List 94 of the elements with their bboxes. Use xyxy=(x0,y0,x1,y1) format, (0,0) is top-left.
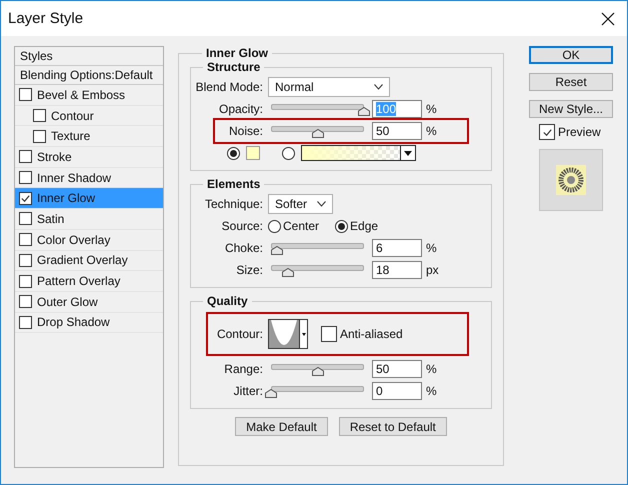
dialog-button[interactable]: OK xyxy=(529,46,613,64)
dropdown-arrow-icon xyxy=(302,332,306,336)
style-list-item[interactable]: Inner Glow xyxy=(15,188,163,210)
unit-label: px xyxy=(426,263,439,277)
checkbox[interactable] xyxy=(19,212,32,226)
radio-label: Center xyxy=(283,219,320,233)
checkbox[interactable] xyxy=(33,109,46,122)
radio-button[interactable] xyxy=(282,146,295,160)
item-label: Pattern Overlay xyxy=(37,274,120,288)
glow-preview-drawing xyxy=(556,165,586,195)
chevron-icon xyxy=(317,201,326,207)
unit-label: % xyxy=(426,384,437,398)
style-list-item[interactable]: Color Overlay xyxy=(15,230,163,250)
radio-label: Edge xyxy=(350,219,378,233)
dialog-button[interactable]: Reset xyxy=(529,73,613,91)
group-title: Elements xyxy=(206,177,262,191)
unit-label: % xyxy=(426,124,437,138)
checkbox[interactable] xyxy=(19,192,32,205)
field-label: Choke: xyxy=(224,241,264,255)
checkbox[interactable] xyxy=(19,150,32,164)
default-button[interactable]: Make Default xyxy=(235,417,328,436)
style-list-item[interactable]: Satin xyxy=(15,209,163,230)
slider-thumb[interactable] xyxy=(358,107,370,116)
list-header: Styles xyxy=(15,47,163,66)
item-label: Stroke xyxy=(37,150,72,164)
radio-button[interactable] xyxy=(227,146,240,160)
field-label: Size: xyxy=(235,263,264,277)
blending-options-item[interactable]: Blending Options:Default xyxy=(15,66,163,85)
item-label: Texture xyxy=(51,129,90,144)
number-input[interactable]: 18 xyxy=(372,261,422,279)
checkbox[interactable] xyxy=(19,171,32,184)
number-input[interactable]: 6 xyxy=(372,239,422,257)
checkbox[interactable] xyxy=(19,233,32,246)
item-label: Inner Shadow xyxy=(37,170,112,185)
group-title: Structure xyxy=(206,60,262,74)
style-list-item[interactable]: Drop Shadow xyxy=(15,312,163,334)
unit-label: % xyxy=(426,241,437,255)
field-label: Blend Mode: xyxy=(194,80,264,94)
number-input[interactable]: 0 xyxy=(372,382,422,400)
field-label: Contour: xyxy=(216,327,264,341)
slider-thumb[interactable] xyxy=(265,389,277,398)
close-icon[interactable] xyxy=(601,12,615,26)
style-list-item[interactable]: Stroke xyxy=(15,147,163,168)
contour-curve-icon xyxy=(269,320,299,348)
field-label: Noise: xyxy=(228,124,264,138)
color-swatch[interactable] xyxy=(246,146,260,160)
item-label: Bevel & Emboss xyxy=(37,88,126,102)
checkbox-label: Anti-aliased xyxy=(340,327,403,341)
window-title: Layer Style xyxy=(8,10,84,27)
checkbox[interactable] xyxy=(19,274,32,288)
field-label: Jitter: xyxy=(232,384,264,398)
group-title: Inner Glow xyxy=(205,46,270,60)
style-list-item[interactable]: Texture xyxy=(15,126,163,148)
default-button[interactable]: Reset to Default xyxy=(338,417,447,436)
checkbox[interactable] xyxy=(19,254,32,267)
chevron-icon xyxy=(374,84,383,90)
checkbox[interactable] xyxy=(19,295,32,308)
field-label: Technique: xyxy=(204,197,264,211)
item-label: Contour xyxy=(51,108,94,123)
field-label: Source: xyxy=(220,219,264,233)
checkbox[interactable] xyxy=(321,326,337,342)
item-label: Color Overlay xyxy=(37,232,110,247)
contour-picker[interactable] xyxy=(268,319,308,349)
style-list-item[interactable]: Contour xyxy=(15,106,163,126)
checkbox-label: Preview xyxy=(558,125,601,139)
check-icon xyxy=(542,126,552,138)
style-list-item[interactable]: Bevel & Emboss xyxy=(15,85,163,106)
number-input[interactable]: 50 xyxy=(372,122,422,140)
field-label: Range: xyxy=(223,362,264,376)
gradient-picker[interactable] xyxy=(301,145,416,161)
checkbox[interactable] xyxy=(19,88,32,102)
item-label: Drop Shadow xyxy=(37,315,110,330)
item-label: Outer Glow xyxy=(37,294,98,309)
unit-label: % xyxy=(426,362,437,376)
radio-button[interactable] xyxy=(335,220,348,232)
item-label: Gradient Overlay xyxy=(37,253,128,268)
style-list-item[interactable]: Outer Glow xyxy=(15,292,163,313)
field-label: Opacity: xyxy=(218,102,264,116)
item-label: Inner Glow xyxy=(37,191,96,206)
checkbox[interactable] xyxy=(539,124,555,140)
dialog-button[interactable]: New Style... xyxy=(529,100,613,118)
dropdown[interactable]: Normal xyxy=(268,77,390,97)
unit-label: % xyxy=(426,102,437,116)
checkbox[interactable] xyxy=(19,316,32,329)
dropdown-arrow-icon xyxy=(404,150,412,156)
checkbox[interactable] xyxy=(33,130,46,143)
check-icon xyxy=(20,192,31,204)
radio-button[interactable] xyxy=(268,220,281,232)
number-input[interactable]: 50 xyxy=(372,360,422,378)
item-label: Satin xyxy=(37,212,64,226)
dropdown[interactable]: Softer xyxy=(268,194,333,214)
group-title: Quality xyxy=(206,294,249,308)
style-list-item[interactable]: Pattern Overlay xyxy=(15,271,163,292)
style-list-item[interactable]: Gradient Overlay xyxy=(15,250,163,272)
